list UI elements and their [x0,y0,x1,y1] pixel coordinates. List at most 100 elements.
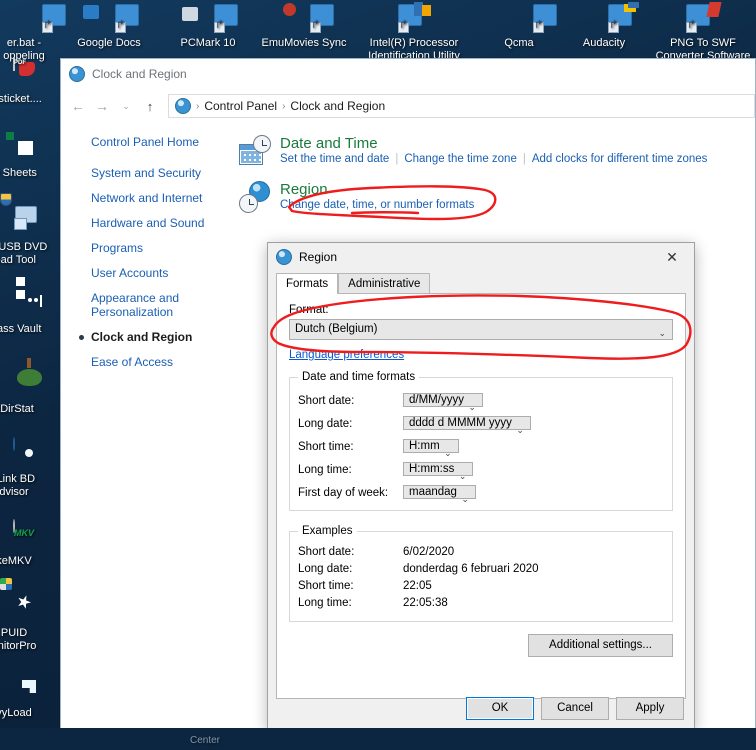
field-long-date: Long date: dddd d MMMM yyyy ⌄ [298,414,664,435]
address-bar-icon [175,98,191,114]
emumovies-sync-shortcut-icon [283,2,334,34]
region-dialog-panel: Format: Dutch (Belgium) ⌄ Language prefe… [276,293,686,699]
example-label: Short date: [298,546,355,558]
desktop-icon-label: keMKV [0,555,32,567]
windirstat-icon [0,358,42,400]
link-divider: | [522,153,526,165]
chevron-down-icon: ⌄ [658,328,666,338]
sidebar-item-programs[interactable]: Programs [91,241,221,255]
window-title: Clock and Region [92,67,187,81]
pcmark-10-shortcut-icon [182,2,238,34]
desktop-icon-intel-processor-identification-utility[interactable]: Intel(R) Processor Identification Utilit… [359,2,469,62]
control-panel-navbar: ← → ⌄ ↑ › Control Panel › Clock and Regi… [61,89,755,123]
address-bar[interactable]: › Control Panel › Clock and Region [168,94,755,118]
breadcrumb-item-clock-and-region[interactable]: Clock and Region [290,99,385,113]
long-date-value: dddd d MMMM yyyy [409,417,512,429]
ok-button[interactable]: OK [466,697,534,720]
region-dialog-titlebar: Region ✕ [268,243,694,271]
field-label: First day of week: [298,486,389,499]
link-set-the-time-and-date[interactable]: Set the time and date [280,153,389,165]
desktop-icon-label: EmuMovies Sync [261,37,347,49]
chevron-down-icon: ⌄ [461,494,469,504]
examples-group: Examples Short date: 6/02/2020 Long date… [289,525,673,622]
language-preferences-link[interactable]: Language preferences [289,349,404,361]
link-add-clocks-for-different-time-zones[interactable]: Add clocks for different time zones [532,153,708,165]
short-date-select[interactable]: d/MM/yyyy ⌄ [403,393,483,412]
desktop-icon-heavyload[interactable]: vyLoad [0,672,60,720]
desktop-icon-windows-usb-dvd-tool[interactable]: s 7 USB DVD load Tool [0,193,60,266]
long-time-select[interactable]: H:mm:ss ⌄ [403,462,474,481]
first-day-of-week-select[interactable]: maandag ⌄ [403,485,476,504]
desktop-icon-audacity[interactable]: Audacity [558,2,650,50]
cancel-button[interactable]: Cancel [541,697,609,720]
format-select[interactable]: Dutch (Belgium) ⌄ [289,319,673,340]
link-change-the-time-zone[interactable]: Change the time zone [404,153,517,165]
apply-button[interactable]: Apply [616,697,684,720]
sidebar-item-control-panel-home[interactable]: Control Panel Home [91,135,221,149]
sidebar-item-hardware-and-sound[interactable]: Hardware and Sound [91,216,221,230]
desktop-icon-label: Qcma [504,37,534,49]
category-heading[interactable]: Region [280,181,474,198]
sidebar-item-ease-of-access[interactable]: Ease of Access [91,355,221,369]
pdf-file-icon [0,57,30,90]
chevron-down-icon[interactable]: ⌄ [115,95,137,117]
example-label: Long time: [298,597,352,609]
clock-and-region-icon [69,66,85,82]
short-time-select[interactable]: H:mm ⌄ [403,439,459,458]
desktop-icon-cpuid-hwmonitor-pro[interactable]: PUID onitorPro [0,578,60,652]
desktop-icon-makemkv[interactable]: keMKV [0,519,60,568]
taskbar-strip: Center [0,728,756,750]
desktop-icon-windirstat[interactable]: aDirStat [0,358,60,416]
desktop-icon-google-docs[interactable]: Google Docs [63,2,155,50]
field-label: Long date: [298,417,353,430]
sidebar-item-clock-and-region[interactable]: Clock and Region [79,330,221,344]
field-label: Long time: [298,463,352,476]
png-to-swf-converter-icon [686,2,722,34]
tab-formats[interactable]: Formats [276,273,339,294]
desktop-icon-cyberlink-bd-advisor[interactable]: rLink BD dvisor [0,437,60,498]
format-label: Format: [289,304,329,316]
link-change-date-time-or-number-formats[interactable]: Change date, time, or number formats [280,199,474,211]
region-dialog: Region ✕ Formats Administrative Format: … [267,242,695,730]
desktop-icon-label: Audacity [582,37,626,49]
long-date-select[interactable]: dddd d MMMM yyyy ⌄ [403,416,531,435]
google-sheets-icon [0,132,30,164]
region-dialog-title: Region [299,250,338,264]
example-label: Long date: [298,563,353,575]
example-label: Short time: [298,580,354,592]
breadcrumb-separator: › [282,100,286,112]
sidebar-item-network-and-internet[interactable]: Network and Internet [91,191,221,205]
field-first-day-of-week: First day of week: maandag ⌄ [298,483,664,504]
desktop-icon-google-sheets[interactable]: le Sheets [0,132,60,180]
desktop-icon-label: le Sheets [2,167,37,179]
desktop-icon-png-to-swf-converter[interactable]: PNG To SWF Converter Software [650,2,756,62]
heavyload-icon [0,672,36,704]
example-value: 22:05 [403,580,432,592]
short-date-value: d/MM/yyyy [409,394,464,406]
desktop-icon-pdf-file[interactable]: agsticket.... [0,57,60,106]
sidebar-item-system-and-security[interactable]: System and Security [91,166,221,180]
desktop-icon-lastpass-vault[interactable]: tPass Vault [0,277,60,336]
makemkv-icon [0,519,30,552]
sidebar-item-appearance-and-personalization[interactable]: Appearance and Personalization [91,291,221,319]
field-long-time: Long time: H:mm:ss ⌄ [298,460,664,481]
region-globe-icon [276,249,292,265]
category-heading[interactable]: Date and Time [280,135,707,152]
desktop-icon-qcma[interactable]: Qcma [473,2,565,50]
up-arrow-icon[interactable]: ↑ [139,95,161,117]
close-icon[interactable]: ✕ [650,243,694,271]
desktop-icon-pcmark-10[interactable]: PCMark 10 [162,2,254,50]
additional-settings-button[interactable]: Additional settings... [528,634,673,657]
date-and-time-formats-group: Date and time formats Short date: d/MM/y… [289,371,673,511]
desktop-icon-bat-shortcut[interactable]: er.bat - oppeling [0,2,70,62]
long-time-value: H:mm:ss [409,463,455,475]
example-short-time: Short time: 22:05 [298,580,664,592]
tab-administrative[interactable]: Administrative [338,273,431,294]
back-arrow-icon[interactable]: ← [67,95,89,117]
date-and-time-icon [239,135,271,167]
desktop-icon-emumovies-sync[interactable]: EmuMovies Sync [258,2,350,50]
audacity-shortcut-icon [588,2,639,34]
forward-arrow-icon[interactable]: → [91,95,113,117]
breadcrumb-item-control-panel[interactable]: Control Panel [204,99,277,113]
sidebar-item-user-accounts[interactable]: User Accounts [91,266,221,280]
